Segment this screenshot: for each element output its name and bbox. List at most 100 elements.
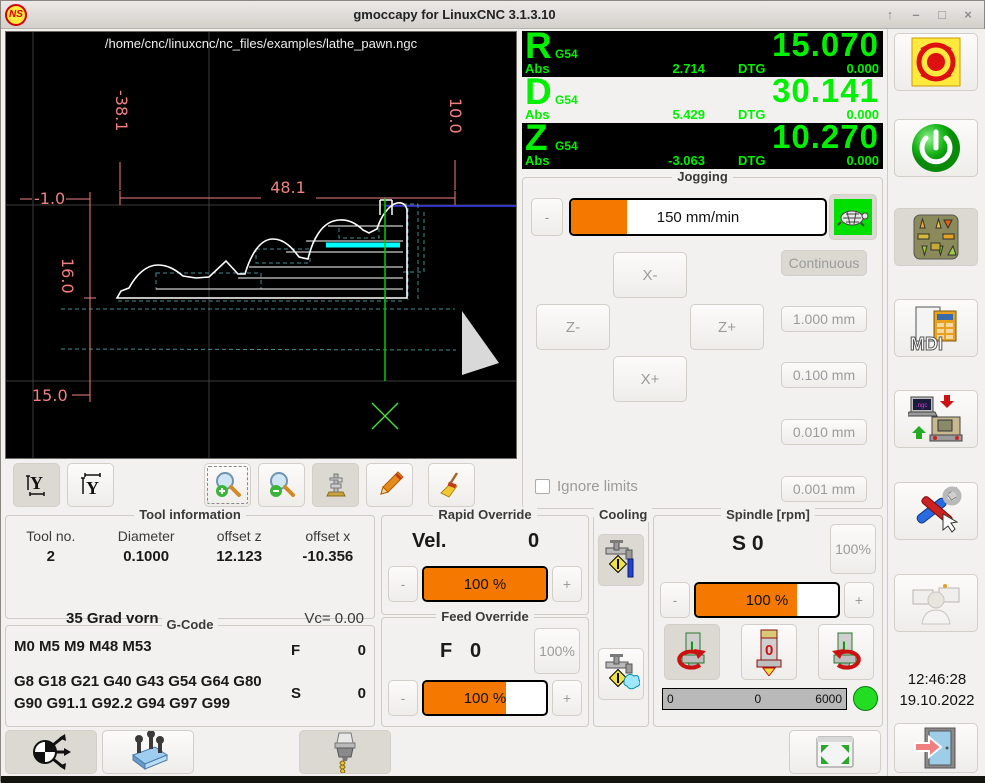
rapid-override-value: 100 % bbox=[424, 568, 546, 600]
toolholder-icon bbox=[327, 731, 363, 773]
jog-increment-continuous-button[interactable]: Continuous bbox=[781, 250, 867, 276]
settings-button[interactable] bbox=[894, 482, 978, 540]
tool-measure-button[interactable] bbox=[299, 730, 391, 774]
gmoccapy-window: NS gmoccapy for LinuxCNC 3.1.3.10 ↑ – □ … bbox=[0, 0, 985, 782]
window-title: gmoccapy for LinuxCNC 3.1.3.10 bbox=[27, 7, 882, 22]
manual-mode-button[interactable] bbox=[894, 208, 978, 266]
feed-override-value: 100 % bbox=[424, 682, 546, 714]
feed-decrease-button[interactable]: - bbox=[388, 680, 418, 716]
jog-x-plus-button[interactable]: X+ bbox=[613, 356, 687, 402]
block-height-button[interactable] bbox=[102, 730, 194, 774]
jog-increment-1mm-button[interactable]: 1.000 mm bbox=[781, 306, 867, 332]
feed-override-bar[interactable]: 100 % bbox=[422, 680, 548, 716]
roughing-passes bbox=[156, 226, 403, 289]
fullscreen-button[interactable] bbox=[789, 730, 881, 774]
offset-x-header: offset x bbox=[282, 526, 374, 546]
dro-panel: R G54 15.070 Abs 2.714 DTG 0.000 D G54 3… bbox=[522, 31, 883, 169]
jog-pad-icon bbox=[911, 212, 961, 262]
gcode-title: G-Code bbox=[162, 617, 219, 632]
jog-increment-001mm-button[interactable]: 0.010 mm bbox=[781, 419, 867, 445]
touch-off-button[interactable] bbox=[5, 730, 97, 774]
jog-speed-decrease-button[interactable]: - bbox=[531, 198, 563, 236]
time-label: 12:46:28 bbox=[888, 669, 985, 690]
rapid-increase-button[interactable]: + bbox=[552, 566, 582, 602]
abs-value: 5.429 bbox=[595, 107, 705, 122]
s-label: S bbox=[291, 685, 301, 702]
user-settings-button[interactable] bbox=[894, 574, 978, 632]
jog-increment-0001mm-button[interactable]: 0.001 mm bbox=[781, 476, 867, 502]
dimension-y-icon: Y bbox=[22, 470, 52, 500]
offset-z-value: 12.123 bbox=[197, 546, 282, 567]
spindle-stop-button[interactable]: 0 bbox=[741, 624, 797, 680]
axis-value: 15.070 bbox=[772, 26, 879, 64]
auto-mode-button[interactable]: .ngc bbox=[894, 390, 978, 448]
titlebar: NS gmoccapy for LinuxCNC 3.1.3.10 ↑ – □ … bbox=[1, 1, 984, 29]
jog-speed-bar[interactable]: 150 mm/min bbox=[569, 198, 827, 236]
app-icon: NS bbox=[5, 4, 27, 26]
abs-value: 2.714 bbox=[595, 61, 705, 76]
flood-coolant-button[interactable] bbox=[598, 648, 644, 700]
spindle-override-bar[interactable]: 100 % bbox=[694, 582, 840, 618]
jog-z-plus-button[interactable]: Z+ bbox=[690, 304, 764, 350]
jogging-frame: Jogging - 150 mm/min + Continuous X- Z- … bbox=[522, 177, 883, 509]
origin-cross-icon bbox=[372, 403, 398, 429]
estop-button[interactable] bbox=[894, 33, 978, 91]
zoom-in-button[interactable] bbox=[204, 463, 251, 507]
dro-row-d[interactable]: D G54 30.141 Abs 5.429 DTG 0.000 bbox=[522, 77, 883, 123]
mist-coolant-button[interactable] bbox=[598, 534, 644, 586]
jog-x-minus-button[interactable]: X- bbox=[613, 252, 687, 298]
edit-gcode-button[interactable] bbox=[366, 463, 413, 507]
rapid-override-bar[interactable]: 100 % bbox=[422, 566, 548, 602]
exit-button[interactable] bbox=[894, 723, 978, 773]
machine-on-button[interactable] bbox=[894, 119, 978, 177]
ignore-limits-checkbox[interactable]: Ignore limits bbox=[535, 478, 638, 495]
abs-value: -3.063 bbox=[595, 153, 705, 168]
pencil-icon bbox=[375, 470, 405, 500]
mdi-mode-button[interactable]: MDI bbox=[894, 299, 978, 357]
dimension-y2-icon: Y bbox=[76, 470, 106, 500]
turtle-mode-button[interactable] bbox=[829, 194, 877, 240]
feed-override-frame: Feed Override F 0 100% - 100 % + bbox=[381, 617, 589, 727]
feed-reset-button[interactable]: 100% bbox=[534, 628, 580, 674]
shade-button[interactable]: ↑ bbox=[882, 7, 898, 22]
spindle-decrease-button[interactable]: - bbox=[660, 582, 690, 618]
exit-door-icon bbox=[911, 726, 961, 770]
zoom-out-button[interactable] bbox=[258, 463, 305, 507]
jog-increment-01mm-button[interactable]: 0.100 mm bbox=[781, 362, 867, 388]
spindle-left-button[interactable]: I bbox=[664, 624, 720, 680]
maximize-button[interactable]: □ bbox=[934, 7, 950, 22]
checkbox-box[interactable] bbox=[535, 479, 550, 494]
feed-increase-button[interactable]: + bbox=[552, 680, 582, 716]
spindle-right-button[interactable]: I bbox=[818, 624, 874, 680]
spindle-cw-icon: I bbox=[824, 629, 868, 675]
tool-clamp-view-button[interactable] bbox=[312, 463, 359, 507]
gauge-min: 0 bbox=[667, 692, 674, 706]
svg-text:0: 0 bbox=[765, 642, 773, 659]
gcode-preview-canvas[interactable]: 48.1 -38.1 10.0 -1.0 16.0 15.0 /home/cnc… bbox=[5, 31, 517, 459]
dimension-offset-toggle-button[interactable]: Y bbox=[67, 463, 114, 507]
close-button[interactable]: × bbox=[960, 7, 976, 22]
spindle-rpm-gauge: 0 0 6000 bbox=[662, 688, 847, 710]
clear-plot-button[interactable] bbox=[428, 463, 475, 507]
mode-sidebar: MDI .ngc bbox=[887, 29, 985, 776]
fullscreen-icon bbox=[814, 734, 856, 770]
clock-display: 12:46:28 19.10.2022 bbox=[888, 669, 985, 711]
diameter-header: Diameter bbox=[96, 526, 197, 546]
feed-label: F bbox=[440, 640, 452, 663]
spindle-increase-button[interactable]: + bbox=[844, 582, 874, 618]
spindle-override-value: 100 % bbox=[696, 584, 838, 616]
spindle-reset-button[interactable]: 100% bbox=[830, 524, 876, 574]
dtg-label: DTG bbox=[738, 153, 765, 168]
rapid-decrease-button[interactable]: - bbox=[388, 566, 418, 602]
gcode-frame: G-Code M0 M5 M9 M48 M53 G8 G18 G21 G40 G… bbox=[5, 625, 375, 727]
dro-row-x[interactable]: R G54 15.070 Abs 2.714 DTG 0.000 bbox=[522, 31, 883, 77]
dro-row-z[interactable]: Z G54 10.270 Abs -3.063 DTG 0.000 bbox=[522, 123, 883, 169]
rapid-override-frame: Rapid Override Vel. 0 - 100 % + bbox=[381, 515, 589, 615]
svg-text:48.1: 48.1 bbox=[270, 178, 306, 197]
bottom-toolbar bbox=[1, 728, 887, 776]
toolpath-drawing: 48.1 -38.1 10.0 -1.0 16.0 15.0 bbox=[6, 32, 516, 458]
jog-z-minus-button[interactable]: Z- bbox=[536, 304, 610, 350]
dimension-toggle-button[interactable]: Y bbox=[13, 463, 60, 507]
minimize-button[interactable]: – bbox=[908, 7, 924, 22]
dimension-lines bbox=[20, 160, 455, 402]
